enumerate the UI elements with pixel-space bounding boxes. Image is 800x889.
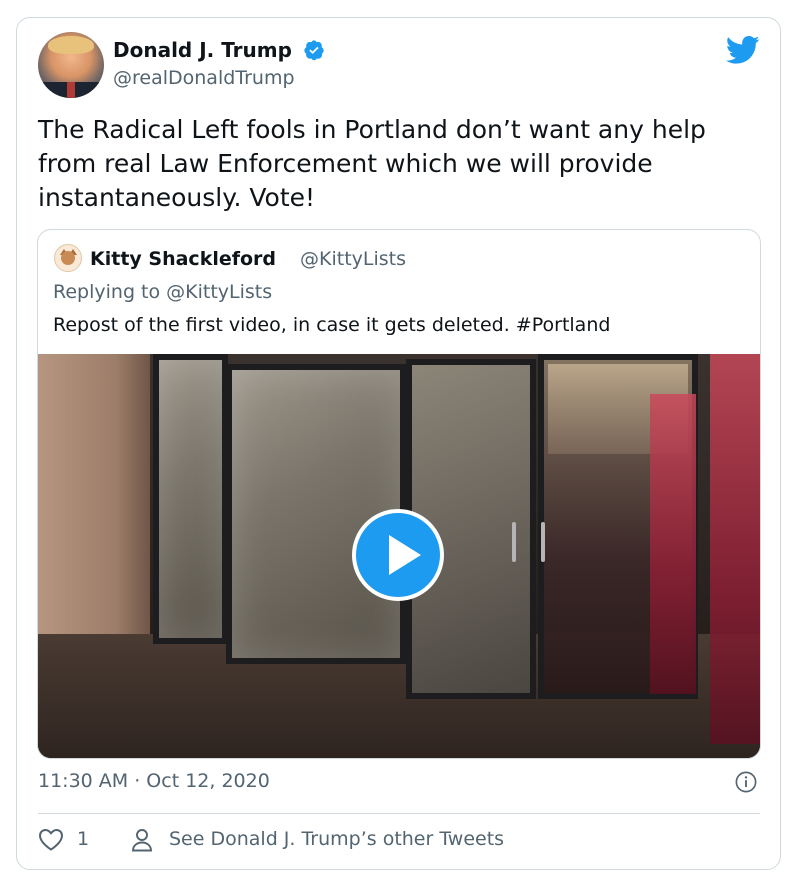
quoted-tweet[interactable]: Kitty Shackleford @KittyLists Replying t… [37, 229, 761, 759]
divider [38, 813, 760, 814]
play-icon [389, 535, 421, 575]
author-handle[interactable]: @realDonaldTrump [113, 67, 295, 89]
reply-context: Replying to @KittyLists [53, 281, 273, 303]
author-avatar[interactable] [38, 32, 104, 98]
video-frame-red-light [710, 354, 760, 744]
tweet-timestamp[interactable]: 11:30 AM · Oct 12, 2020 [38, 770, 270, 792]
person-icon [132, 829, 152, 852]
video-frame-window [153, 354, 228, 644]
play-button[interactable] [352, 509, 444, 601]
video-frame-red-light [650, 394, 696, 694]
other-tweets-link[interactable]: See Donald J. Trump’s other Tweets [169, 828, 504, 850]
verified-badge-icon [304, 40, 324, 61]
info-icon[interactable] [735, 771, 757, 793]
twitter-bird-icon[interactable] [726, 35, 760, 65]
tweet-text: The Radical Left fools in Portland don’t… [38, 115, 706, 212]
video-frame-door-handle [541, 522, 545, 562]
video-frame-door-handle [512, 522, 516, 562]
quoted-tweet-text: Repost of the first video, in case it ge… [53, 314, 611, 336]
like-count[interactable]: 1 [77, 828, 89, 850]
author-name[interactable]: Donald J. Trump [113, 38, 292, 62]
video-frame-wall [38, 354, 150, 644]
video-player[interactable] [38, 354, 760, 758]
quoted-author-handle[interactable]: @KittyLists [300, 248, 406, 270]
quoted-author-avatar[interactable] [54, 244, 82, 272]
quoted-author-name[interactable]: Kitty Shackleford [90, 248, 276, 270]
heart-icon[interactable] [38, 828, 64, 852]
